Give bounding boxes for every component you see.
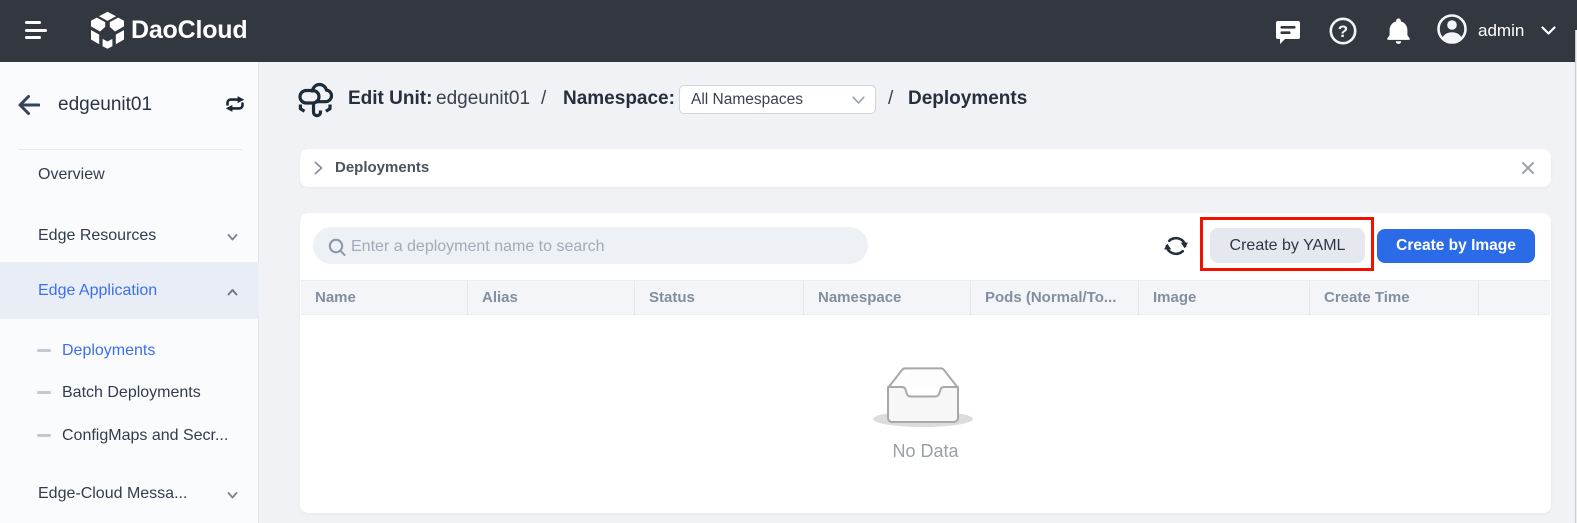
svg-text:?: ? <box>1338 22 1348 41</box>
